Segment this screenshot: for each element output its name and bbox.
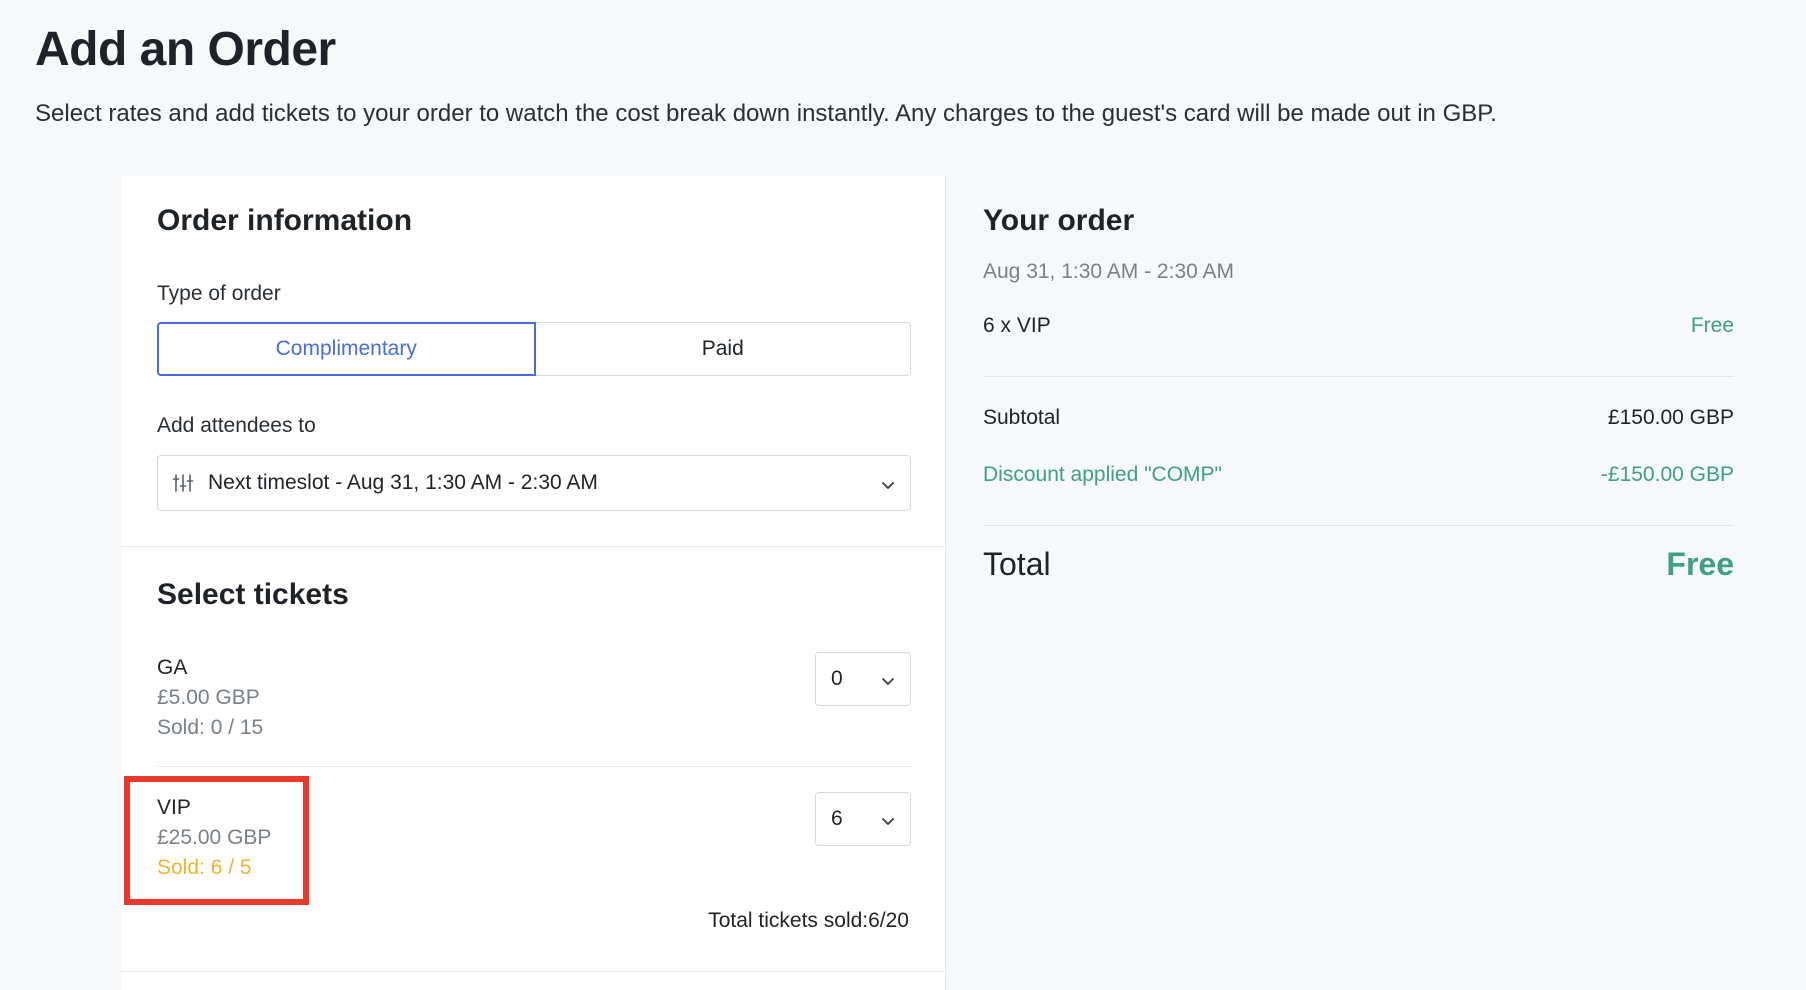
- section-divider: [121, 971, 946, 972]
- sliders-icon: [172, 472, 194, 494]
- page-subtitle: Select rates and add tickets to your ord…: [35, 100, 1497, 127]
- ticket-name-ga: GA: [157, 656, 188, 679]
- order-summary-panel: Your order Aug 31, 1:30 AM - 2:30 AM 6 x…: [946, 176, 1806, 990]
- ticket-sold-vip: Sold: 6 / 5: [157, 856, 252, 879]
- line-item-label: 6 x VIP: [983, 314, 1051, 337]
- quantity-value-vip: 6: [831, 807, 843, 830]
- timeslot-value: Next timeslot - Aug 31, 1:30 AM - 2:30 A…: [208, 471, 598, 494]
- type-of-order-label: Type of order: [157, 282, 281, 305]
- subtotal-label: Subtotal: [983, 406, 1061, 429]
- order-datetime: Aug 31, 1:30 AM - 2:30 AM: [983, 260, 1734, 284]
- order-information-title: Order information: [157, 204, 413, 237]
- your-order-title: Your order: [983, 204, 1135, 237]
- ticket-price-vip: £25.00 GBP: [157, 826, 272, 849]
- add-attendees-label: Add attendees to: [157, 414, 316, 437]
- chevron-down-icon: [880, 811, 896, 827]
- discount-label: Discount applied "COMP": [983, 463, 1223, 486]
- discount-row: Discount applied "COMP" -£150.00 GBP: [983, 463, 1734, 487]
- total-tickets-sold: Total tickets sold:6/20: [708, 909, 909, 932]
- page-title: Add an Order: [35, 23, 336, 76]
- section-divider: [121, 546, 946, 547]
- line-item-value: Free: [1690, 314, 1734, 337]
- quantity-select-vip[interactable]: 6: [815, 792, 911, 846]
- chevron-down-icon: [880, 475, 896, 491]
- quantity-select-ga[interactable]: 0: [815, 652, 911, 706]
- order-form-panel: Order information Type of order Complime…: [121, 176, 946, 990]
- subtotal-value: £150.00 GBP: [1607, 406, 1734, 429]
- timeslot-select[interactable]: Next timeslot - Aug 31, 1:30 AM - 2:30 A…: [157, 455, 911, 511]
- ticket-name-vip: VIP: [157, 796, 191, 819]
- total-value: Free: [1666, 546, 1734, 582]
- ticket-divider: [157, 766, 911, 767]
- ticket-sold-ga: Sold: 0 / 15: [157, 716, 264, 739]
- subtotal-row: Subtotal £150.00 GBP: [983, 406, 1734, 430]
- chevron-down-icon: [880, 671, 896, 687]
- paid-option[interactable]: Paid: [535, 322, 911, 376]
- order-line-item: 6 x VIP Free: [983, 314, 1734, 338]
- order-datetime-text: Aug 31, 1:30 AM - 2:30 AM: [983, 260, 1234, 283]
- ticket-price-ga: £5.00 GBP: [157, 686, 260, 709]
- quantity-value-ga: 0: [831, 667, 843, 690]
- total-label: Total: [983, 546, 1051, 582]
- add-order-page: Add an Order Select rates and add ticket…: [0, 0, 1806, 990]
- select-tickets-title: Select tickets: [157, 578, 349, 611]
- order-type-toggle: Complimentary Paid: [157, 322, 911, 376]
- summary-divider: [983, 376, 1734, 377]
- discount-value: -£150.00 GBP: [1600, 463, 1734, 486]
- total-row: Total Free: [983, 546, 1734, 583]
- summary-divider: [983, 525, 1734, 526]
- complimentary-option[interactable]: Complimentary: [157, 322, 536, 376]
